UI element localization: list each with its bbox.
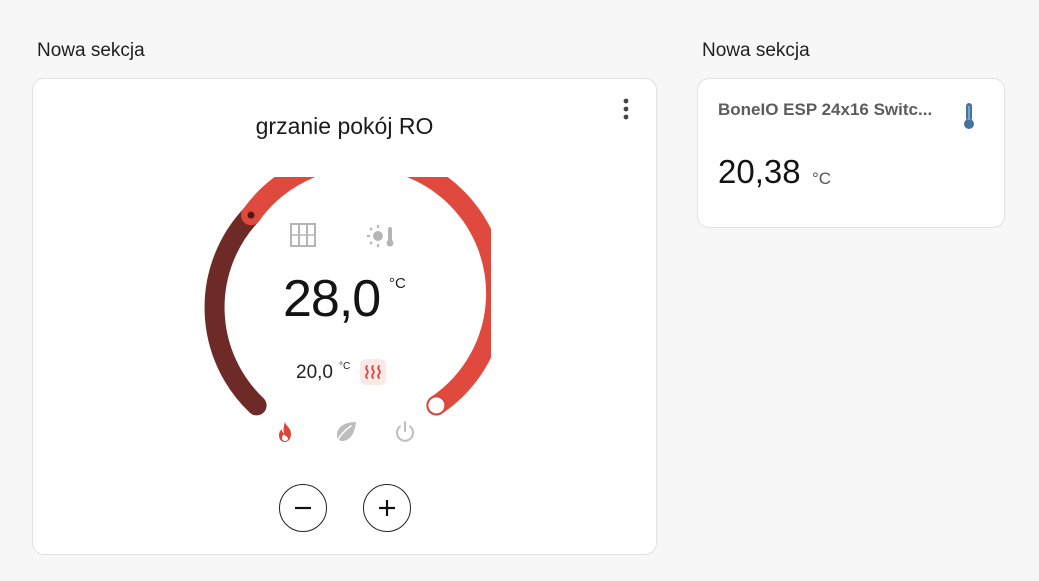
power-icon[interactable] [393,420,417,444]
thermometer-icon [961,101,977,136]
current-temperature: 20,0 [296,362,333,383]
sensor-unit: °C [812,169,832,188]
decrease-temperature-button[interactable] [279,484,327,532]
current-temperature-unit: °C [339,361,351,372]
more-options-icon[interactable] [614,95,638,123]
thermostat-name: grzanie pokój RO [255,113,434,139]
minus-icon [295,506,311,510]
leaf-icon[interactable] [333,420,357,444]
window-icon [289,221,317,254]
sensor-name: BoneIO ESP 24x16 Switc... [718,100,933,119]
thermostat-card: grzanie pokój RO 28,0 °C 20,0 °C [32,78,657,555]
setpoint-marker [247,211,255,219]
target-temperature: 28,0 [283,270,381,328]
section-title: Nowa sekcja [702,40,810,61]
fire-icon[interactable] [273,420,297,444]
sensor-value: 20,38 [718,153,801,190]
sensor-card[interactable]: BoneIO ESP 24x16 Switc... 20,38 °C [697,78,1005,228]
increase-temperature-button[interactable] [363,484,411,532]
sun-thermometer-icon [367,223,397,254]
plus-icon [379,500,395,516]
heating-active-icon [360,359,386,390]
section-title: Nowa sekcja [37,40,145,61]
slider-handle[interactable] [426,395,447,416]
target-temperature-unit: °C [389,275,406,292]
